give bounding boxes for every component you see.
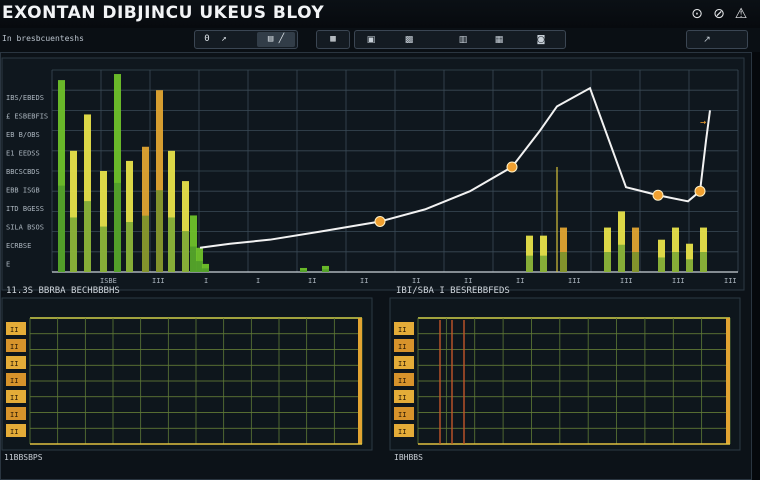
- bar-mark-shade: [632, 252, 639, 272]
- heatmap-row-label: II: [398, 377, 406, 385]
- bar-mark-shade: [686, 259, 693, 272]
- heatmap-row-label: II: [398, 343, 406, 351]
- bar-mark-shade: [202, 268, 209, 272]
- main-x-tick-label: I: [256, 277, 260, 285]
- main-x-tick-label: I: [204, 277, 208, 285]
- heatmap-row-label: II: [398, 411, 406, 419]
- bar-mark-shade: [700, 252, 707, 272]
- heatmap-row-label: II: [10, 377, 18, 385]
- main-y-tick-label: £ ESBEBFIS: [6, 113, 48, 121]
- heatmap-row-label: II: [398, 394, 406, 402]
- charts-canvas: IBS/EBEDS £ ESBEBFIS EB B/OBS E1 EEDSS BBCSC…: [1, 57, 745, 462]
- heatmap-row-label: II: [10, 326, 18, 334]
- heatmap-row-label: II: [398, 360, 406, 368]
- heatmap-edge-bar: [358, 318, 362, 444]
- main-x-tick-label: III: [568, 277, 581, 285]
- right-panel: [389, 297, 741, 451]
- line-point-marker: [506, 161, 518, 173]
- bar-mark-shade: [100, 226, 107, 272]
- bar-mark-shade: [658, 257, 665, 272]
- bar-mark-shade: [168, 217, 175, 272]
- main-x-tick-label: II: [516, 277, 524, 285]
- heatmap-edge-bar: [726, 318, 730, 444]
- right-panel-title: IBI/SBA I BESREBBFEDS: [396, 286, 510, 296]
- bar-mark-shade: [126, 222, 133, 272]
- bar-mark-shade: [84, 201, 91, 272]
- bar-mark-shade: [322, 269, 329, 272]
- main-x-tick-label: III: [152, 277, 165, 285]
- main-x-tick-label: II: [412, 277, 420, 285]
- bar-mark-shade: [182, 231, 189, 272]
- bar-mark-shade: [142, 215, 149, 272]
- main-y-tick-label: IBS/EBEDS: [6, 94, 44, 102]
- main-y-tick-label: EB B/OBS: [6, 131, 40, 139]
- bar-mark-shade: [156, 190, 163, 272]
- heatmap-row-label: II: [10, 428, 18, 436]
- heatmap-row-label: II: [10, 411, 18, 419]
- bar-mark-shade: [190, 246, 197, 272]
- bar-mark-shade: [672, 252, 679, 272]
- bar-mark-shade: [300, 270, 307, 272]
- main-x-tick-label: ISBE: [100, 277, 117, 285]
- line-point-marker: [694, 185, 706, 197]
- main-x-tick-label: III: [620, 277, 633, 285]
- main-y-tick-label: BBCSCBDS: [6, 168, 40, 176]
- bar-mark-shade: [58, 185, 65, 272]
- bar-mark-shade: [196, 261, 203, 272]
- bar-mark-shade: [604, 252, 611, 272]
- heatmap-row-label: II: [10, 394, 18, 402]
- bar-mark-shade: [526, 255, 533, 272]
- bar-mark-shade: [70, 217, 77, 272]
- heatmap-row-label: II: [398, 326, 406, 334]
- main-x-tick-label: II: [360, 277, 368, 285]
- main-y-tick-label: EBB ISGB: [6, 187, 40, 195]
- main-chart-annotation: →: [700, 117, 706, 128]
- heatmap-row-label: II: [398, 428, 406, 436]
- heatmap-row-label: II: [10, 343, 18, 351]
- main-x-tick-label: III: [724, 277, 737, 285]
- main-x-tick-label: III: [672, 277, 685, 285]
- right-panel-footer: IBHBBS: [394, 453, 423, 462]
- main-y-tick-label: ECRBSE: [6, 242, 31, 250]
- left-panel-footer: 11BBSBPS: [4, 453, 43, 462]
- main-y-tick-label: E: [6, 261, 10, 269]
- main-x-tick-label: II: [464, 277, 472, 285]
- main-y-tick-label: ITD BGESS: [6, 205, 44, 213]
- main-x-tick-label: II: [308, 277, 316, 285]
- main-y-tick-label: SILA BSOS: [6, 224, 44, 232]
- bar-mark-shade: [618, 244, 625, 272]
- heatmap-row-label: II: [10, 360, 18, 368]
- bar-mark-shade: [560, 252, 567, 272]
- left-panel-title: 11.3S BBRBA BECHBBBHS: [6, 286, 120, 296]
- bar-mark-shade: [540, 255, 547, 272]
- bar-mark-shade: [114, 182, 121, 272]
- line-point-marker: [652, 189, 664, 201]
- line-point-marker: [374, 216, 386, 227]
- main-y-tick-label: E1 EEDSS: [6, 150, 40, 158]
